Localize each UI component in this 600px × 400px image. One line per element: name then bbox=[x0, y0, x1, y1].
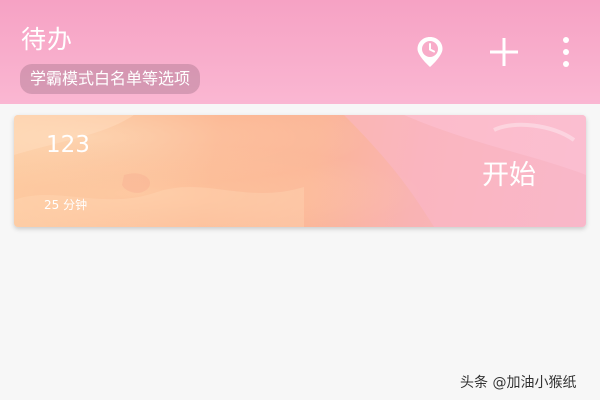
add-task-button[interactable] bbox=[486, 34, 522, 70]
timer-button[interactable] bbox=[412, 34, 448, 70]
app-header: 待办 学霸模式白名单等选项 bbox=[0, 0, 600, 104]
app-screen: 待办 学霸模式白名单等选项 123 25 分钟 开始 头条 @加油小猴纸 bbox=[0, 0, 600, 400]
task-name: 123 bbox=[46, 132, 90, 158]
start-button[interactable]: 开始 bbox=[482, 153, 536, 192]
page-title: 待办 bbox=[21, 25, 74, 54]
task-card[interactable]: 123 25 分钟 开始 bbox=[14, 115, 586, 227]
watermark: 头条 @加油小猴纸 bbox=[460, 375, 577, 391]
plus-icon bbox=[490, 38, 518, 66]
more-options-button[interactable] bbox=[548, 34, 584, 70]
task-duration: 25 分钟 bbox=[44, 198, 88, 212]
options-chip[interactable]: 学霸模式白名单等选项 bbox=[20, 64, 201, 94]
more-vertical-icon bbox=[563, 37, 569, 67]
clock-pin-icon bbox=[417, 37, 443, 67]
